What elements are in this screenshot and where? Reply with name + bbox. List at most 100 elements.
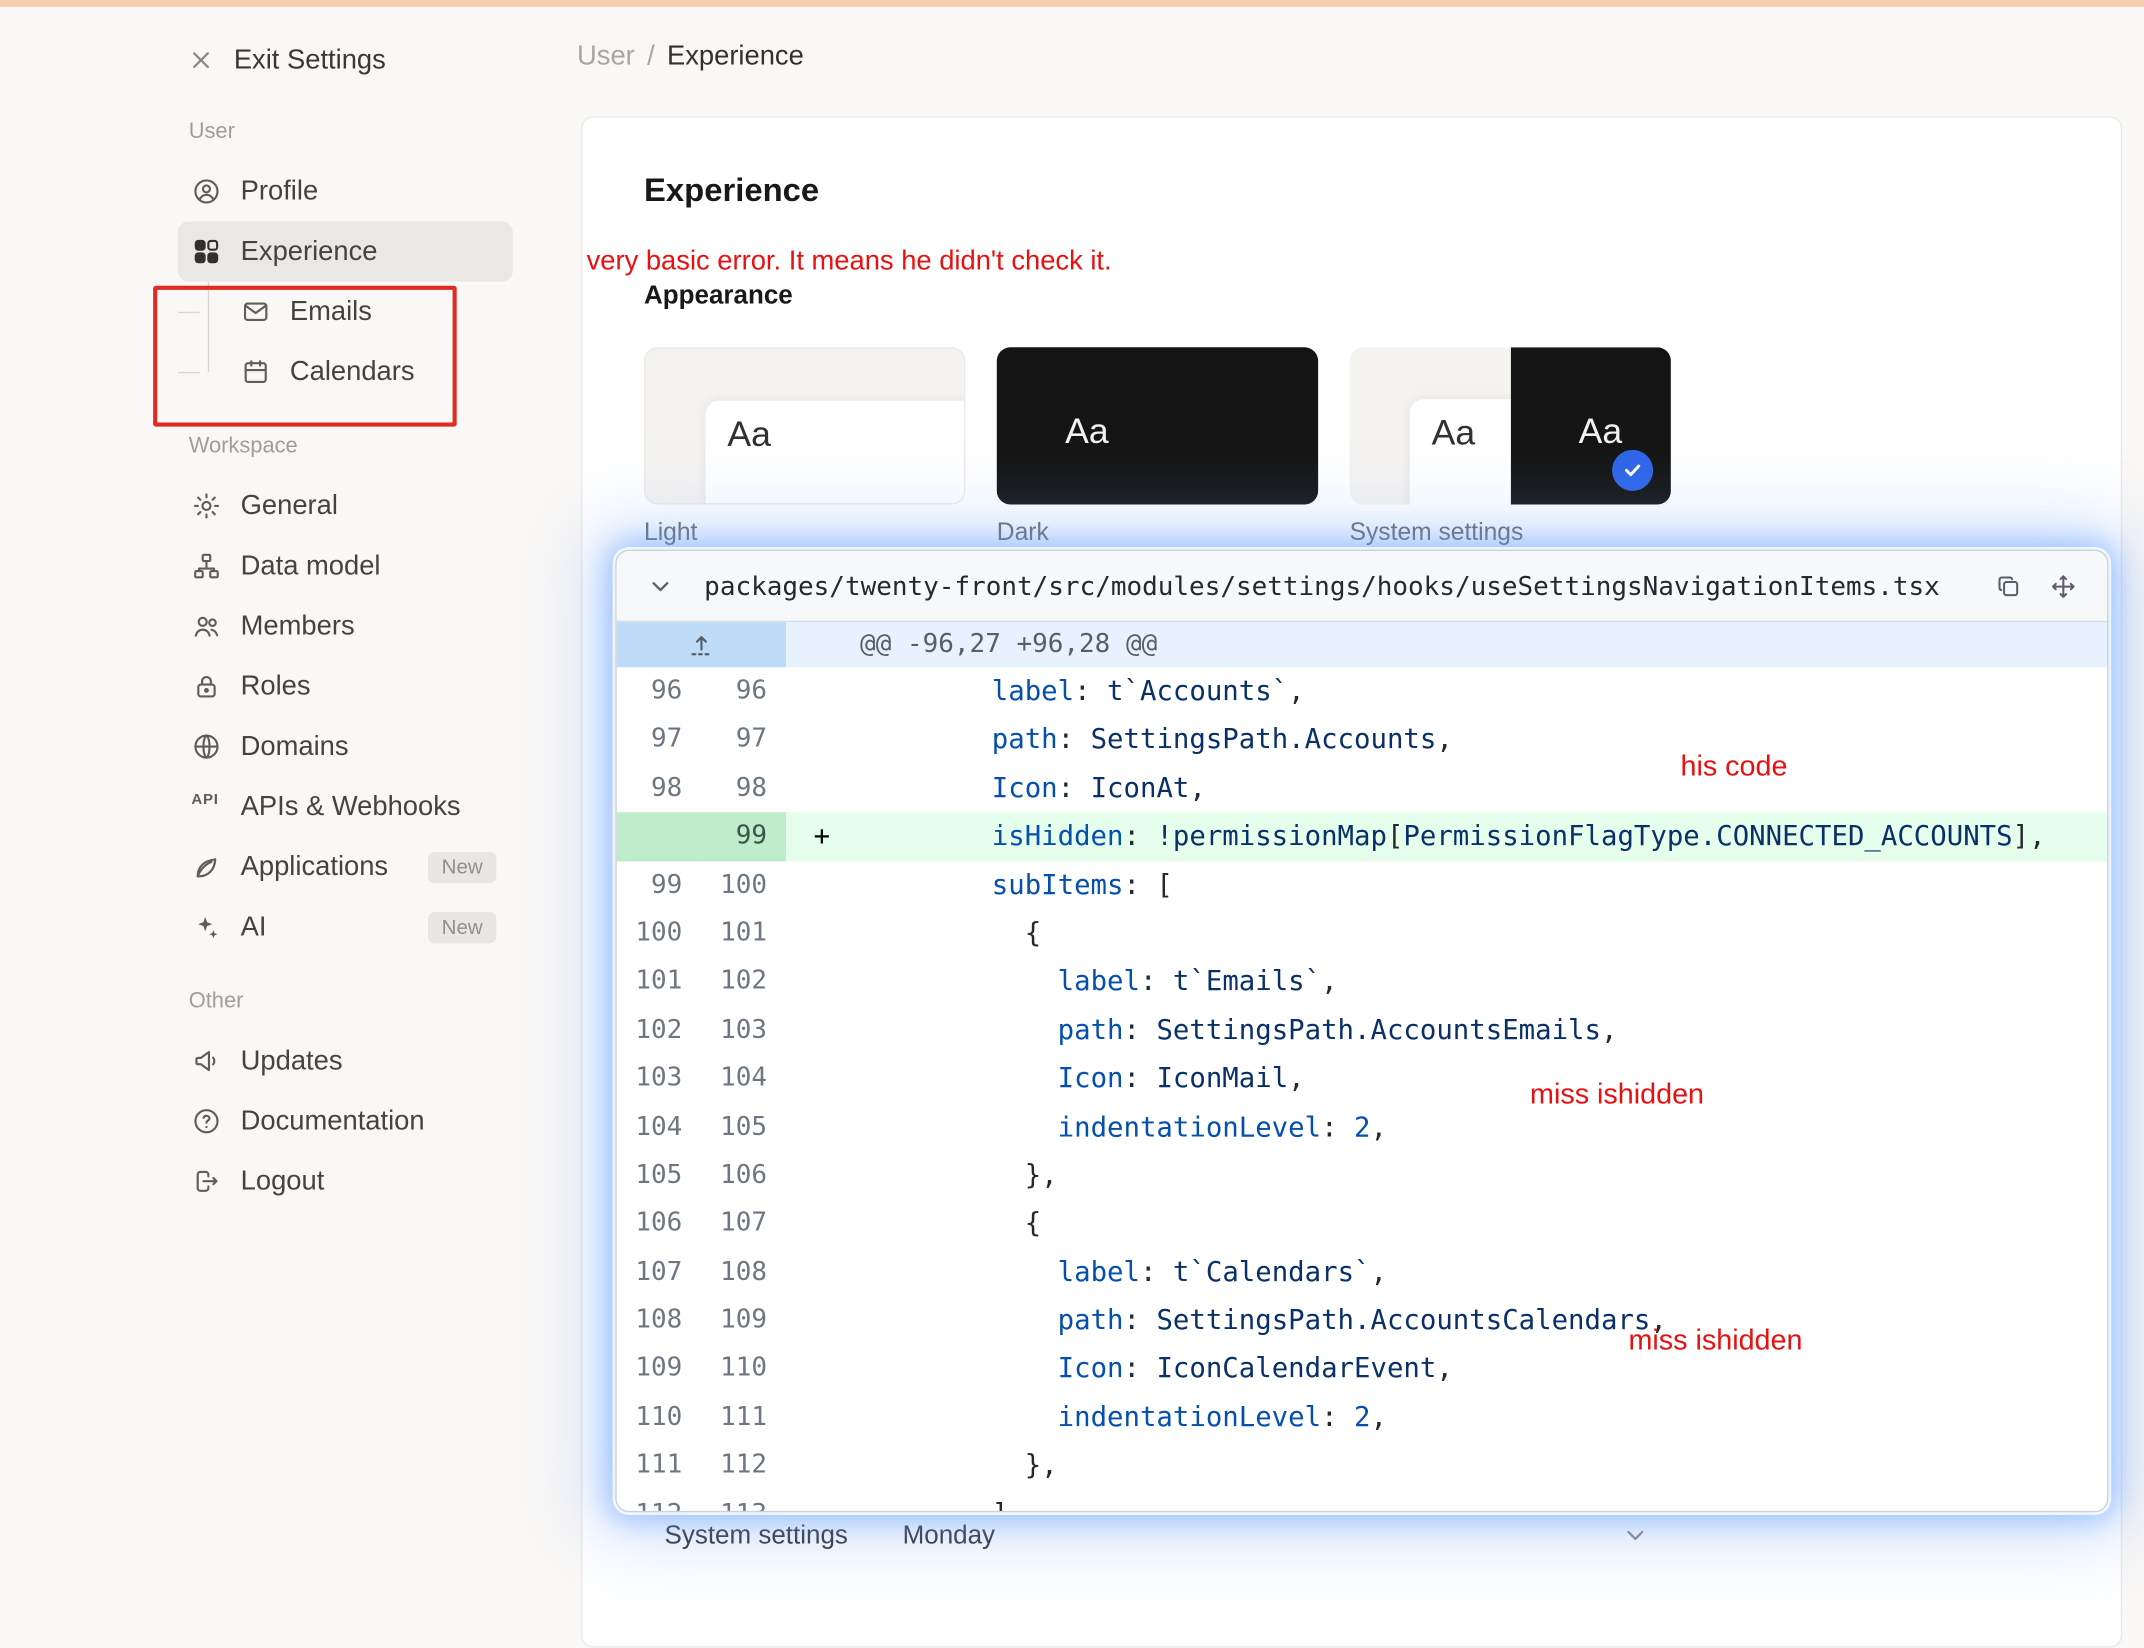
sidebar-item-applications[interactable]: Applications New xyxy=(178,837,513,897)
old-line-number: 98 xyxy=(651,772,683,803)
old-line-number: 105 xyxy=(635,1159,683,1190)
sidebar-sections: User Profile Experience Emails Calendars Work… xyxy=(177,120,520,1211)
new-line-number: 108 xyxy=(720,1256,768,1287)
sidebar-item-label: General xyxy=(240,490,338,521)
new-line-number: 98 xyxy=(735,772,768,803)
sidebar-subitems: Emails Calendars xyxy=(177,281,520,402)
sidebar-subitem-calendars[interactable]: Calendars xyxy=(177,342,513,402)
weekday-select-value[interactable]: Monday xyxy=(903,1522,995,1552)
diff-line: 106 107 { xyxy=(617,1200,2107,1248)
old-line-number: 106 xyxy=(635,1207,683,1238)
exit-settings-label: Exit Settings xyxy=(233,44,386,75)
diff-line: 97 97 path: SettingsPath.Accounts, xyxy=(617,716,2107,764)
diff-line: 98 98 Icon: IconAt, xyxy=(617,764,2107,812)
copy-icon[interactable] xyxy=(1995,572,2022,599)
new-badge: New xyxy=(427,911,497,943)
sidebar-item-logout[interactable]: Logout xyxy=(178,1151,513,1211)
new-line-number: 106 xyxy=(720,1159,768,1190)
sidebar-item-documentation[interactable]: Documentation xyxy=(178,1091,513,1151)
breadcrumb-current: Experience xyxy=(666,41,804,72)
breadcrumb-parent[interactable]: User xyxy=(577,41,635,72)
diff-code-text: label: t`Accounts`, xyxy=(991,674,1305,707)
lock-icon xyxy=(191,671,221,701)
new-line-number: 109 xyxy=(720,1304,768,1335)
sidebar-section-label-user: User xyxy=(188,120,235,144)
diff-code-text: Icon: IconAt, xyxy=(991,770,1206,804)
diff-header: packages/twenty-front/src/modules/settin… xyxy=(616,551,2108,623)
page-title: Experience xyxy=(644,172,820,210)
diff-line: 104 105 indentationLevel: 2, xyxy=(617,1103,2107,1151)
theme-captions: Light Dark System settings xyxy=(644,518,1671,547)
chevron-down-icon[interactable] xyxy=(647,572,674,599)
theme-system-light-preview: Aa xyxy=(1409,399,1511,505)
sidebar-item-general[interactable]: General xyxy=(178,476,513,536)
system-settings-row: System settings Monday xyxy=(665,1522,2114,1552)
old-line-number: 109 xyxy=(635,1352,683,1384)
diff-line: 108 109 path: SettingsPath.AccountsCalend… xyxy=(617,1296,2107,1344)
diff-line: 107 108 label: t`Calendars`, xyxy=(617,1248,2107,1296)
selected-check-icon xyxy=(1612,449,1654,491)
old-line-number: 112 xyxy=(617,1490,702,1511)
api-icon: API xyxy=(191,791,219,809)
new-line-number: 105 xyxy=(720,1110,768,1142)
sidebar-item-domains[interactable]: Domains xyxy=(178,716,513,776)
help-circle-icon xyxy=(191,1106,221,1136)
theme-option-dark[interactable]: Aa xyxy=(996,347,1319,505)
diff-code-text: { xyxy=(860,916,1042,949)
diff-line: 102 103 path: SettingsPath.AccountsEmails… xyxy=(617,1006,2107,1054)
move-icon[interactable] xyxy=(2050,572,2077,599)
new-badge: New xyxy=(427,851,497,883)
diff-code-text: + isHidden: !permissionMap[PermissionFla… xyxy=(786,812,2108,861)
new-line-number: 102 xyxy=(720,965,768,996)
exit-settings-button[interactable]: Exit Settings xyxy=(178,33,520,88)
diff-file-path: packages/twenty-front/src/modules/settin… xyxy=(704,570,1940,601)
sidebar-section-label-workspace: Workspace xyxy=(188,434,298,459)
sidebar-item-members[interactable]: Members xyxy=(178,596,513,656)
code-diff-popup: packages/twenty-front/src/modules/settin… xyxy=(615,549,2109,1513)
diff-code-text: path: SettingsPath.AccountsEmails, xyxy=(1057,1012,1618,1046)
theme-sample-text: Aa xyxy=(727,412,771,454)
diff-rows: 96 96 label: t`Accounts`, 97 97 path: Setti… xyxy=(616,667,2108,1511)
speakerphone-icon xyxy=(191,1046,221,1076)
expand-up-icon xyxy=(688,631,715,658)
diff-code-text: path: SettingsPath.AccountsCalendars, xyxy=(1057,1303,1667,1337)
diff-hunk-row: @@ -96,27 +96,28 @@ xyxy=(616,622,2108,668)
system-settings-label: System settings xyxy=(664,1521,848,1551)
expand-hunk-button[interactable] xyxy=(616,622,787,668)
sidebar-subitem-emails[interactable]: Emails xyxy=(177,282,513,342)
theme-sample-text: Aa xyxy=(1431,411,1476,453)
new-line-number: 112 xyxy=(720,1449,768,1480)
theme-option-light[interactable]: Aa xyxy=(644,347,966,505)
sidebar-subitem-label: Calendars xyxy=(289,356,415,387)
users-icon xyxy=(191,611,221,641)
sidebar-item-data-model[interactable]: Data model xyxy=(178,536,513,596)
diff-code-text: ], xyxy=(786,1490,2107,1511)
sidebar-item-roles[interactable]: Roles xyxy=(178,656,513,716)
old-line-number: 96 xyxy=(651,675,683,706)
theme-options: Aa Aa Aa Aa xyxy=(644,347,1671,505)
sidebar-item-ai[interactable]: AI New xyxy=(178,897,513,957)
sidebar-section-label-other: Other xyxy=(188,989,244,1014)
diff-header-actions xyxy=(1995,572,2077,599)
sidebar-item-updates[interactable]: Updates xyxy=(178,1031,513,1091)
new-line-number: 100 xyxy=(720,869,768,900)
sidebar-item-label: Documentation xyxy=(240,1105,425,1136)
settings-page: Exit Settings User Profile Experience Email… xyxy=(0,0,2144,1648)
old-line-number: 100 xyxy=(635,917,683,948)
globe-icon xyxy=(191,732,221,762)
diff-line: 100 101 { xyxy=(617,909,2107,957)
sidebar-item-experience[interactable]: Experience xyxy=(177,221,513,282)
diff-code-text: subItems: [ xyxy=(991,867,1173,901)
new-line-number: 104 xyxy=(720,1062,768,1093)
sidebar-item-label: Applications xyxy=(240,851,389,882)
sidebar-item-apis-webhooks[interactable]: API APIs & Webhooks xyxy=(178,777,513,837)
user-circle-icon xyxy=(191,176,221,206)
sidebar-item-profile[interactable]: Profile xyxy=(178,161,513,221)
old-line-number xyxy=(616,812,702,861)
sidebar-item-label: Roles xyxy=(240,670,311,701)
theme-light-preview: Aa xyxy=(705,400,964,504)
chevron-down-icon[interactable] xyxy=(1622,1522,1649,1549)
theme-option-system[interactable]: Aa Aa xyxy=(1349,347,1671,505)
diff-code-text: { xyxy=(860,1206,1042,1240)
sidebar-item-label: Data model xyxy=(240,550,381,581)
